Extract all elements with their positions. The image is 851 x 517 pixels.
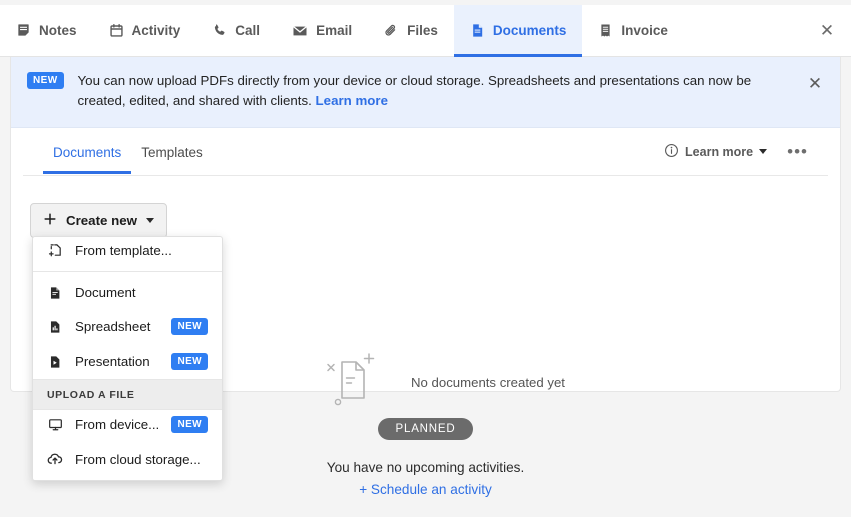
- banner-learn-more-link[interactable]: Learn more: [316, 93, 388, 108]
- tab-notes[interactable]: Notes: [0, 5, 93, 56]
- menu-group-upload-a-file: UPLOAD A FILE: [33, 379, 222, 410]
- schedule-activity-link[interactable]: + Schedule an activity: [359, 482, 492, 497]
- presentation-icon: [47, 355, 63, 369]
- overflow-menu-icon[interactable]: •••: [787, 143, 808, 160]
- tab-bar-spacer: [684, 5, 803, 56]
- invoice-icon: [598, 23, 613, 38]
- paperclip-icon: [384, 23, 399, 38]
- chevron-down-icon: [759, 149, 768, 155]
- feature-announcement-banner: NEW You can now upload PDFs directly fro…: [11, 57, 840, 129]
- tab-label: Email: [316, 23, 353, 38]
- tab-label: Call: [235, 23, 261, 38]
- subtab-templates[interactable]: Templates: [131, 131, 213, 173]
- menu-divider: [33, 271, 222, 272]
- menu-item-label: From cloud storage...: [75, 451, 201, 467]
- info-circle-icon: [664, 143, 679, 161]
- empty-state-text: No documents created yet: [411, 375, 565, 390]
- menu-item-label: From device...: [75, 417, 160, 432]
- menu-item-presentation[interactable]: Presentation NEW: [33, 344, 222, 379]
- menu-item-label: Presentation: [75, 354, 150, 369]
- tab-label: Notes: [39, 23, 77, 38]
- empty-state: No documents created yet: [311, 349, 565, 416]
- documents-subtab-bar: Documents Templates Learn more •••: [23, 128, 828, 177]
- plus-icon: [43, 212, 57, 229]
- menu-item-label: Spreadsheet: [75, 319, 151, 334]
- menu-item-document[interactable]: Document: [33, 276, 222, 309]
- record-tab-bar: Notes Activity Call Email Files Document…: [0, 5, 851, 57]
- tab-label: Activity: [131, 23, 181, 38]
- create-new-button[interactable]: Create new: [30, 203, 167, 238]
- new-badge: NEW: [171, 416, 208, 433]
- document-file-icon: [47, 286, 63, 300]
- status-badge: PLANNED: [377, 418, 474, 440]
- tab-documents[interactable]: Documents: [453, 5, 583, 57]
- banner-close-icon[interactable]: ✕: [804, 73, 826, 95]
- new-badge: NEW: [27, 72, 64, 89]
- subtab-documents[interactable]: Documents: [43, 131, 132, 174]
- banner-message: You can now upload PDFs directly from yo…: [77, 73, 752, 109]
- no-activities-message: You have no upcoming activities.: [326, 460, 525, 475]
- learn-more-dropdown[interactable]: Learn more: [664, 143, 768, 161]
- tab-call[interactable]: Call: [196, 5, 276, 56]
- banner-text: You can now upload PDFs directly from yo…: [78, 71, 793, 111]
- menu-item-from-template[interactable]: From template...: [33, 237, 222, 267]
- tab-files[interactable]: Files: [368, 5, 454, 56]
- menu-item-spreadsheet[interactable]: Spreadsheet NEW: [33, 309, 222, 344]
- envelope-icon: [292, 23, 308, 39]
- spreadsheet-icon: [47, 320, 63, 334]
- empty-document-icon: [311, 349, 389, 416]
- chevron-down-icon: [145, 218, 154, 223]
- tab-label: Invoice: [621, 23, 668, 38]
- monitor-icon: [47, 417, 63, 432]
- new-badge: NEW: [171, 353, 208, 370]
- document-icon: [470, 23, 485, 38]
- tab-label: Documents: [492, 23, 567, 38]
- tab-email[interactable]: Email: [276, 5, 368, 56]
- template-add-icon: [47, 243, 63, 258]
- new-badge: NEW: [171, 318, 208, 335]
- menu-item-label: From template...: [75, 243, 172, 258]
- menu-item-from-device[interactable]: From device... NEW: [33, 410, 222, 442]
- create-new-menu: From template... Document Spreadsheet NE…: [32, 236, 223, 481]
- calendar-icon: [109, 23, 124, 38]
- cloud-upload-icon: [47, 451, 63, 467]
- create-new-label: Create new: [66, 213, 137, 228]
- tab-activity[interactable]: Activity: [93, 5, 197, 56]
- close-panel-button[interactable]: ✕: [803, 5, 851, 56]
- note-icon: [16, 23, 31, 38]
- phone-icon: [212, 23, 227, 38]
- tab-invoice[interactable]: Invoice: [582, 5, 684, 56]
- learn-more-label: Learn more: [685, 144, 754, 159]
- menu-item-label: Document: [75, 285, 136, 300]
- menu-item-from-cloud-storage[interactable]: From cloud storage...: [33, 442, 222, 476]
- tab-label: Files: [407, 23, 438, 38]
